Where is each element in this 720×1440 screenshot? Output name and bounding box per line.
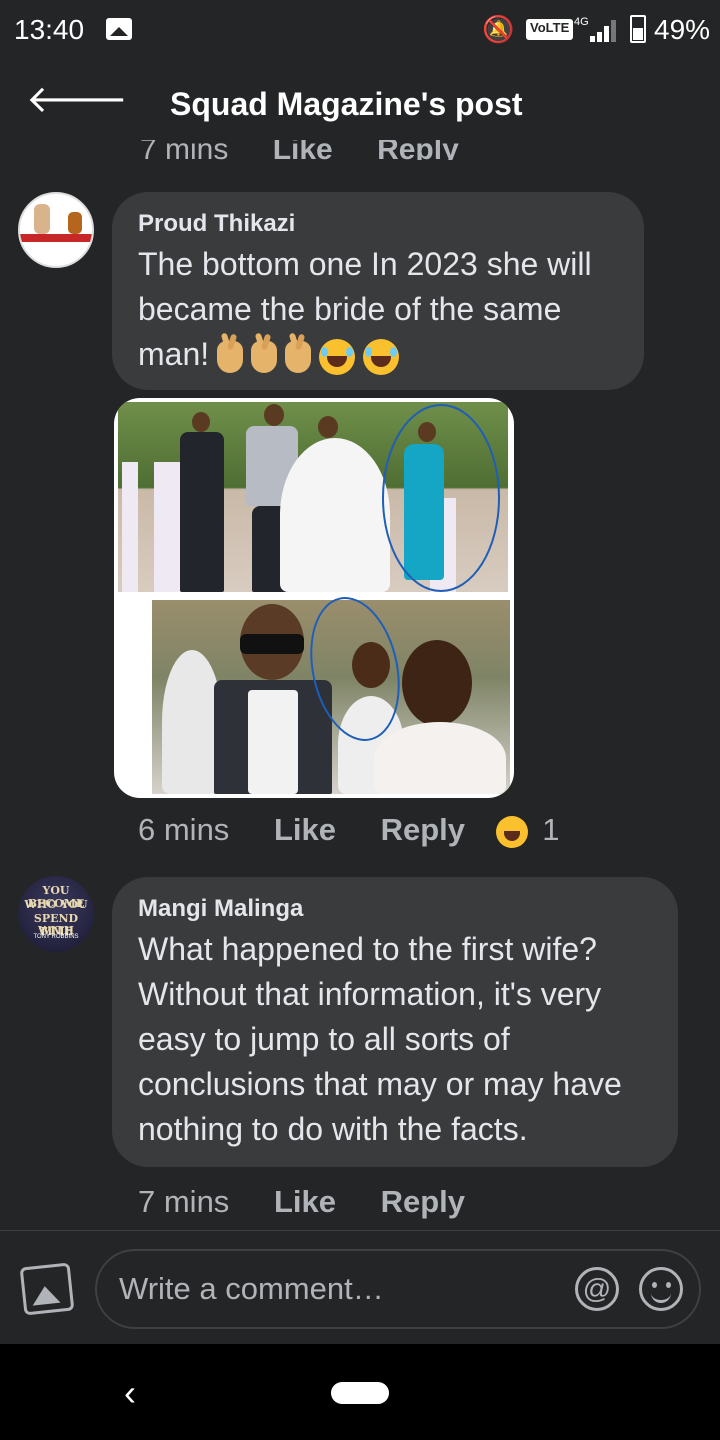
status-bar: 13:40 🔕 VoLTE 4G 49% xyxy=(0,0,720,60)
avatar[interactable] xyxy=(18,192,94,268)
previous-reply-button[interactable]: Reply xyxy=(377,140,459,160)
wedding-photo-bottom xyxy=(152,588,510,794)
wedding-photo-top xyxy=(118,402,508,592)
comment-input-placeholder: Write a comment… xyxy=(119,1271,384,1306)
comment-time: 7 mins xyxy=(138,1184,230,1219)
haha-reaction-icon[interactable] xyxy=(495,815,528,848)
page-title: Squad Magazine's post xyxy=(170,86,523,122)
image-icon xyxy=(106,18,132,40)
fingers-crossed-icon xyxy=(285,340,312,373)
previous-comment-meta: 7 mins Like Reply xyxy=(140,140,495,160)
battery-percent: 49% xyxy=(654,14,711,45)
system-nav-bar: ‹ xyxy=(0,1344,720,1440)
comment-actions: 6 mins Like Reply 1 xyxy=(138,812,560,848)
home-pill-icon[interactable] xyxy=(331,1382,389,1404)
comment-text: The bottom one In 2023 she will became t… xyxy=(138,242,618,377)
previous-comment-time: 7 mins xyxy=(140,140,229,160)
fingers-crossed-icon xyxy=(251,340,278,373)
bell-off-icon: 🔕 xyxy=(482,14,515,44)
reply-button[interactable]: Reply xyxy=(381,1184,465,1219)
rolling-laughing-icon xyxy=(363,338,400,375)
battery-icon xyxy=(630,15,646,43)
comment-text: What happened to the first wife? Without… xyxy=(138,931,622,1147)
like-button[interactable]: Like xyxy=(274,812,336,847)
comment-time: 6 mins xyxy=(138,812,230,847)
nav-back-icon[interactable]: ‹ xyxy=(124,1372,136,1414)
avatar[interactable]: YOU BECOME WHO YOU SPEND TIME WITH TONY … xyxy=(18,876,94,952)
comment-author[interactable]: Proud Thikazi xyxy=(138,210,618,238)
signal-icon xyxy=(590,18,620,42)
reply-button[interactable]: Reply xyxy=(381,812,465,847)
previous-like-button[interactable]: Like xyxy=(273,140,333,160)
like-button[interactable]: Like xyxy=(274,1184,336,1219)
rolling-laughing-icon xyxy=(319,338,356,375)
status-time: 13:40 xyxy=(14,14,85,45)
comment-input[interactable]: Write a comment… @ xyxy=(95,1249,701,1329)
photo-attach-icon[interactable] xyxy=(19,1262,75,1316)
comment-bubble[interactable]: Proud Thikazi The bottom one In 2023 she… xyxy=(112,192,644,390)
arrow-left-icon[interactable]: 🡐 xyxy=(26,78,128,122)
volte-badge: VoLTE xyxy=(526,19,574,40)
comment-author[interactable]: Mangi Malinga xyxy=(138,895,652,923)
comment-composer: Write a comment… @ xyxy=(0,1230,720,1344)
network-type: 4G xyxy=(574,16,589,28)
reaction-count[interactable]: 1 xyxy=(542,812,559,847)
mention-icon[interactable]: @ xyxy=(575,1267,619,1311)
emoji-icon[interactable] xyxy=(639,1267,683,1311)
comment-bubble[interactable]: Mangi Malinga What happened to the first… xyxy=(112,877,678,1167)
fingers-crossed-icon xyxy=(217,340,244,373)
comment-actions: 7 mins Like Reply xyxy=(138,1184,465,1220)
comment-photo[interactable] xyxy=(114,398,514,798)
